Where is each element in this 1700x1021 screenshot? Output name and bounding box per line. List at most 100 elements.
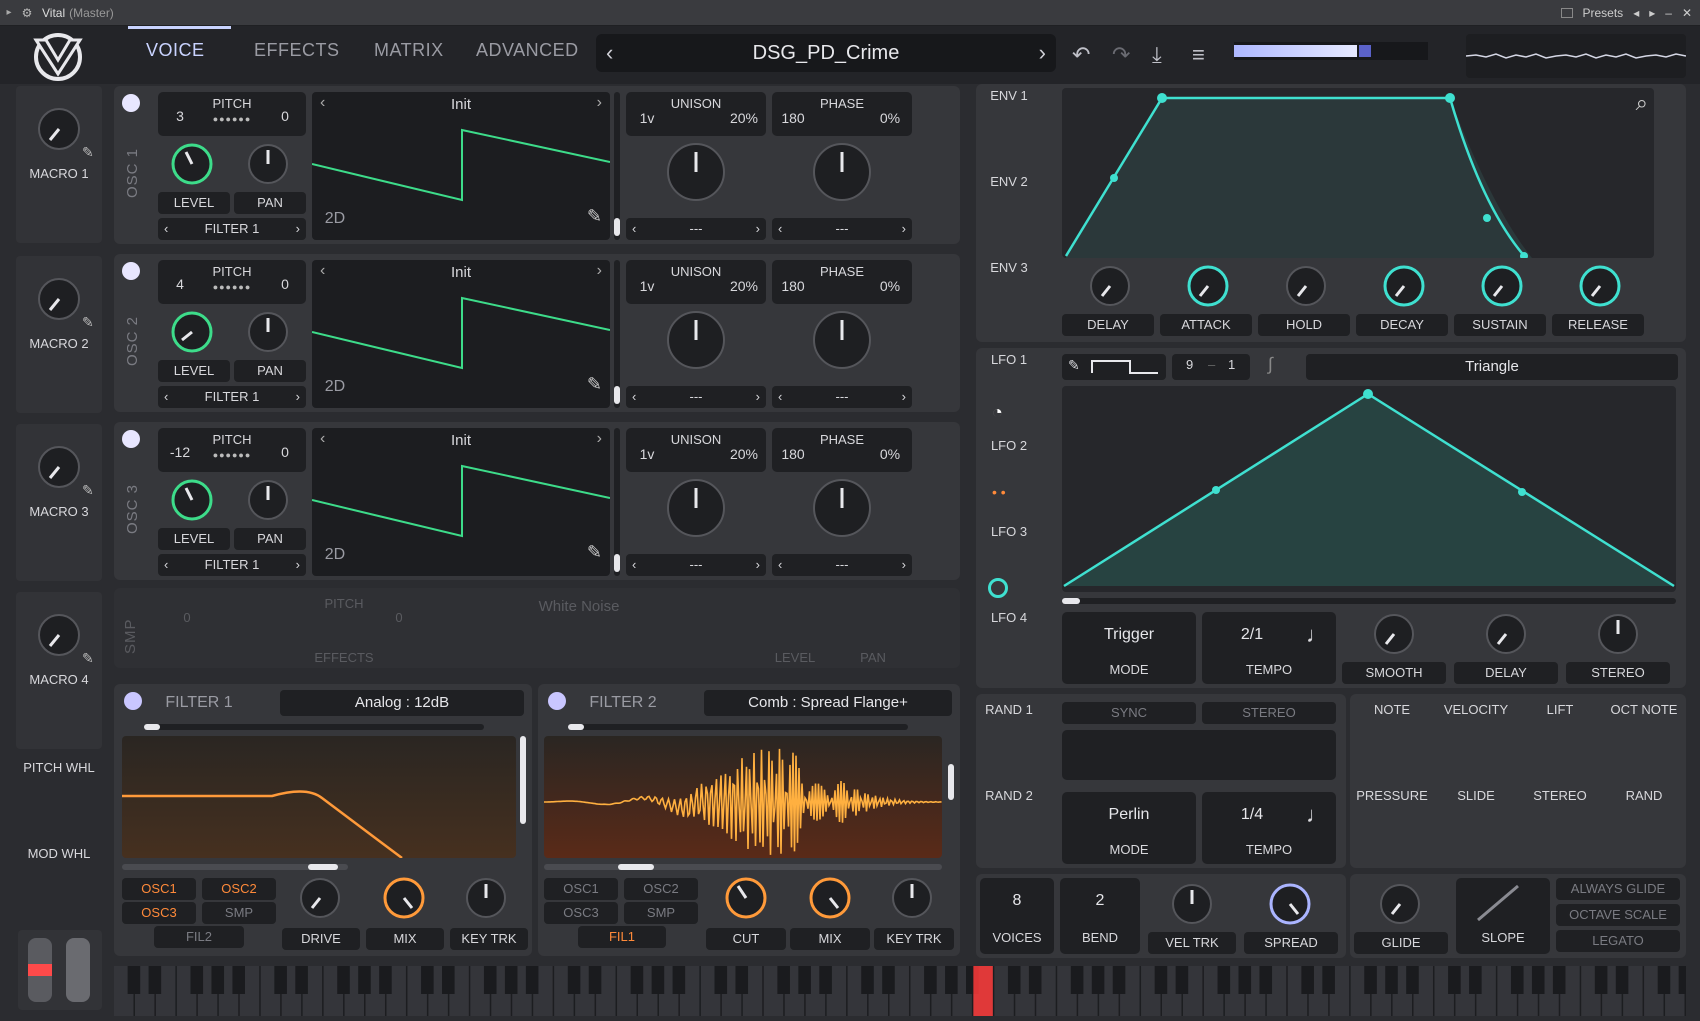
- black-key[interactable]: [483, 966, 497, 994]
- volume-meter[interactable]: [1234, 42, 1428, 60]
- osc-3-spectral-knob[interactable]: [664, 476, 728, 540]
- lfo-smooth-knob[interactable]: [1370, 610, 1418, 658]
- filter-1-response-display[interactable]: [122, 736, 516, 859]
- black-key[interactable]: [1091, 966, 1105, 994]
- dest-next-arrow-icon[interactable]: ›: [296, 554, 300, 576]
- osc-2-distortion-type[interactable]: ‹ --- ›: [772, 386, 912, 408]
- lfo-1-mod-icon[interactable]: ◔: [992, 402, 1003, 423]
- lfo-mode-box[interactable]: Trigger MODE: [1062, 612, 1196, 684]
- osc-3-keytrack-dots[interactable]: ●●●●●●: [206, 450, 258, 460]
- osc-2-level-knob[interactable]: [168, 308, 216, 356]
- osc-1-phase-randomize[interactable]: 0%: [872, 110, 908, 126]
- slope-box[interactable]: SLOPE: [1456, 878, 1550, 954]
- black-key[interactable]: [504, 966, 518, 994]
- black-key[interactable]: [442, 966, 455, 994]
- black-key[interactable]: [1364, 966, 1377, 994]
- prev-arrow-icon[interactable]: ‹: [632, 218, 636, 240]
- black-key[interactable]: [798, 966, 811, 994]
- env-sustain-knob[interactable]: [1478, 262, 1526, 310]
- random-stereo-toggle[interactable]: STEREO: [1202, 702, 1336, 724]
- black-key[interactable]: [1385, 966, 1398, 994]
- dest-prev-arrow-icon[interactable]: ‹: [164, 218, 168, 240]
- lfo-paint-tool[interactable]: ✎: [1062, 354, 1166, 380]
- redo-icon[interactable]: ↷: [1112, 42, 1130, 68]
- osc-3-distortion-knob[interactable]: [810, 476, 874, 540]
- pitch-wheel[interactable]: [28, 938, 52, 1002]
- mod-source-stereo[interactable]: STEREO: [1518, 788, 1602, 803]
- next-arrow-icon[interactable]: ›: [756, 386, 760, 408]
- macro-3-knob[interactable]: [34, 442, 84, 492]
- filter-1-source-osc1[interactable]: OSC1: [122, 878, 196, 900]
- octave-scale-toggle[interactable]: OCTAVE SCALE: [1556, 904, 1680, 926]
- env-delay-knob[interactable]: [1086, 262, 1134, 310]
- lfo-grid-size[interactable]: 9 – 1: [1172, 354, 1250, 380]
- osc-2-distortion-knob[interactable]: [810, 308, 874, 372]
- lfo-grid-x[interactable]: 9: [1186, 354, 1193, 376]
- filter-1-blend-slider[interactable]: [144, 724, 484, 730]
- random-tempo-box[interactable]: 1/4 ♩ TEMPO: [1202, 792, 1336, 864]
- black-key[interactable]: [337, 966, 350, 994]
- prev-arrow-icon[interactable]: ‹: [632, 386, 636, 408]
- osc-3-phase-value[interactable]: 180: [778, 446, 808, 462]
- macro-4-knob[interactable]: [34, 610, 84, 660]
- preset-selector[interactable]: ‹ DSG_PD_Crime ›: [596, 34, 1056, 72]
- osc-1-unison-box[interactable]: UNISON 1v 20%: [626, 92, 766, 136]
- osc-2-pitch-box[interactable]: PITCH 4 0 ●●●●●●: [158, 260, 306, 304]
- osc-2-frame-slider[interactable]: [614, 260, 620, 408]
- osc-1-transpose[interactable]: 3: [162, 108, 198, 124]
- pencil-icon[interactable]: ✎: [587, 206, 602, 227]
- osc-3-frame-slider[interactable]: [614, 428, 620, 576]
- mod-source-pressure[interactable]: PRESSURE: [1350, 788, 1434, 803]
- pencil-icon[interactable]: ✎: [82, 482, 94, 499]
- next-arrow-icon[interactable]: ›: [902, 386, 906, 408]
- zoom-search-icon[interactable]: ⌕: [1636, 90, 1648, 116]
- next-preset-arrow-icon[interactable]: ▸: [1649, 6, 1655, 20]
- filter-2-response-display[interactable]: [544, 736, 942, 858]
- osc-2-spectral-knob[interactable]: [664, 308, 728, 372]
- osc-2-unison-box[interactable]: UNISON 1v 20%: [626, 260, 766, 304]
- filter-2-source-osc3[interactable]: OSC3: [544, 902, 618, 924]
- next-arrow-icon[interactable]: ›: [902, 218, 906, 240]
- filter-1-source-smp[interactable]: SMP: [202, 902, 276, 924]
- tab-env-2[interactable]: ENV 2: [976, 174, 1042, 189]
- osc-2-phase-box[interactable]: PHASE 180 0%: [772, 260, 912, 304]
- glide-knob[interactable]: [1376, 880, 1424, 928]
- envelope-graph[interactable]: ⌕: [1062, 88, 1654, 260]
- filter-2-source-smp[interactable]: SMP: [624, 902, 698, 924]
- black-key[interactable]: [1594, 966, 1608, 994]
- filter-2-source-osc2[interactable]: OSC2: [624, 878, 698, 900]
- osc-2-unison-detune[interactable]: 20%: [724, 278, 764, 294]
- undo-icon[interactable]: ↶: [1072, 42, 1090, 68]
- bend-box[interactable]: 2 BEND: [1060, 878, 1140, 954]
- osc-1-pitch-box[interactable]: PITCH 3 0 ●●●●●●: [158, 92, 306, 136]
- prev-arrow-icon[interactable]: ‹: [778, 386, 782, 408]
- env-release-knob[interactable]: [1576, 262, 1624, 310]
- random-mode-box[interactable]: Perlin MODE: [1062, 792, 1196, 864]
- env-attack-knob[interactable]: [1184, 262, 1232, 310]
- collapse-arrow-icon[interactable]: ▸: [0, 7, 18, 18]
- osc-3-phase-randomize[interactable]: 0%: [872, 446, 908, 462]
- filter-2-cutoff-knob[interactable]: [722, 874, 770, 922]
- mod-source-rand[interactable]: RAND: [1602, 788, 1686, 803]
- filter-2-cutoff-slider[interactable]: [544, 864, 942, 870]
- filter-1-source-fil2[interactable]: FIL2: [154, 926, 244, 948]
- black-key[interactable]: [1259, 966, 1273, 994]
- presets-label[interactable]: Presets: [1583, 6, 1624, 20]
- black-key[interactable]: [211, 966, 225, 994]
- dest-next-arrow-icon[interactable]: ›: [296, 386, 300, 408]
- lfo-shape-selector[interactable]: Triangle: [1306, 354, 1678, 380]
- voices-box[interactable]: 8 VOICES: [980, 878, 1054, 954]
- tab-matrix[interactable]: MATRIX: [374, 40, 444, 61]
- black-key[interactable]: [1112, 966, 1126, 994]
- osc-3-tune[interactable]: 0: [270, 444, 300, 460]
- filter-1-cutoff-handle[interactable]: [308, 864, 338, 870]
- vital-logo-icon[interactable]: [30, 32, 86, 82]
- preset-prev-arrow-icon[interactable]: ‹: [606, 40, 613, 66]
- black-key[interactable]: [735, 966, 749, 994]
- osc-1-spectral-knob[interactable]: [664, 140, 728, 204]
- sampler-tune[interactable]: 0: [384, 610, 414, 625]
- osc-2-power-toggle[interactable]: [122, 262, 140, 280]
- sampler-sample-name[interactable]: White Noise: [434, 598, 724, 615]
- osc-2-wavetable-display[interactable]: ‹ Init › 2D ✎: [312, 260, 610, 408]
- env-decay-knob[interactable]: [1380, 262, 1428, 310]
